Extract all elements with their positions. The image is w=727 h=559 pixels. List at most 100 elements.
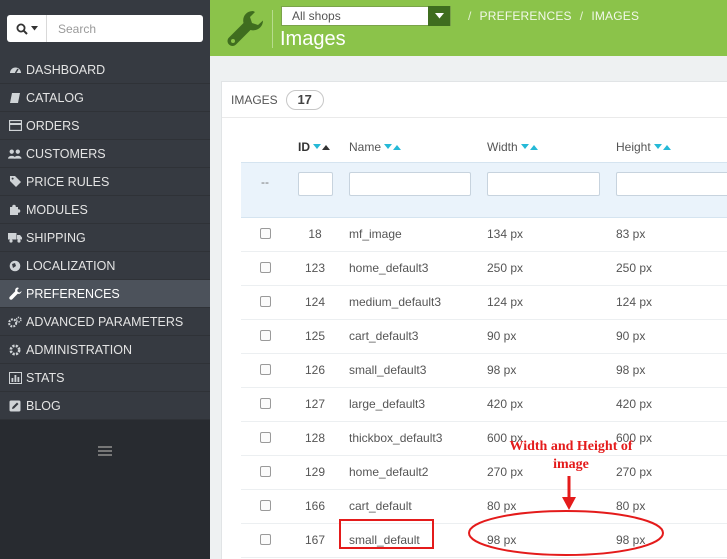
sort-desc-icon[interactable] [520, 144, 529, 150]
sidebar-item-blog[interactable]: BLOG [0, 392, 210, 420]
cell-name: cart_default3 [349, 329, 419, 343]
row-checkbox[interactable] [260, 228, 271, 239]
table-row[interactable]: 18 mf_image 134 px 83 px [241, 217, 727, 252]
breadcrumb-images[interactable]: IMAGES [591, 9, 639, 23]
column-header-name-label: Name [349, 140, 382, 154]
sidebar-item-stats[interactable]: STATS [0, 364, 210, 392]
cell-id: 123 [304, 261, 326, 275]
page-header: All shops / PREFERENCES / IMAGES Images [210, 0, 727, 56]
annotation-line-1: Width and Height of [509, 439, 633, 454]
sidebar-item-shipping[interactable]: SHIPPING [0, 224, 210, 252]
panel-divider [222, 117, 727, 118]
shop-select-value: All shops [292, 9, 341, 23]
search-box [7, 15, 208, 42]
sidebar-item-catalog[interactable]: CATALOG [0, 84, 210, 112]
sidebar-item-advanced-parameters[interactable]: ADVANCED PARAMETERS [0, 308, 210, 336]
cell-width: 90 px [487, 329, 517, 343]
search-input[interactable] [48, 15, 208, 42]
cell-id: 127 [304, 397, 326, 411]
caret-down-icon [434, 13, 444, 19]
sidebar-item-orders[interactable]: ORDERS [0, 112, 210, 140]
cell-name: cart_default [349, 499, 412, 513]
header-divider [272, 10, 273, 48]
annotation-line-2: image [553, 457, 589, 472]
sidebar-item-administration[interactable]: ADMINISTRATION [0, 336, 210, 364]
search-type-button[interactable] [7, 15, 47, 42]
column-header-width[interactable]: Width [487, 136, 538, 158]
column-header-id-label: ID [298, 140, 310, 154]
sidebar-item-localization[interactable]: LOCALIZATION [0, 252, 210, 280]
cog-icon [8, 343, 22, 357]
breadcrumb-preferences[interactable]: PREFERENCES [480, 9, 572, 23]
cell-name: large_default3 [349, 397, 426, 411]
tag-icon [8, 175, 22, 189]
search-icon [16, 23, 28, 35]
row-checkbox[interactable] [260, 364, 271, 375]
column-header-width-label: Width [487, 140, 518, 154]
sort-toggle-id[interactable] [313, 144, 330, 150]
table-row[interactable]: 123 home_default3 250 px 250 px [241, 251, 727, 286]
sort-toggle-name[interactable] [384, 144, 402, 150]
filter-width-input[interactable] [487, 172, 600, 196]
puzzle-icon [8, 203, 22, 217]
shop-select[interactable]: All shops [281, 6, 451, 26]
column-header-name[interactable]: Name [349, 136, 402, 158]
table-row[interactable]: 128 thickbox_default3 600 px 600 px [241, 421, 727, 456]
sidebar-item-customers[interactable]: CUSTOMERS [0, 140, 210, 168]
cell-id: 129 [304, 465, 326, 479]
table-row[interactable]: 167 small_default 98 px 98 px [241, 523, 727, 558]
sort-desc-icon[interactable] [653, 144, 662, 150]
cell-id: 167 [304, 533, 326, 547]
row-checkbox[interactable] [260, 534, 271, 545]
cell-id: 124 [304, 295, 326, 309]
row-checkbox[interactable] [260, 330, 271, 341]
menu-collapse-icon[interactable] [98, 446, 112, 456]
sort-asc-icon[interactable] [393, 144, 402, 150]
sidebar-item-preferences[interactable]: PREFERENCES [0, 280, 210, 308]
row-checkbox[interactable] [260, 466, 271, 477]
row-checkbox[interactable] [260, 296, 271, 307]
sidebar-item-label: CATALOG [26, 90, 84, 105]
sidebar-item-label: CUSTOMERS [26, 146, 106, 161]
filter-name-input[interactable] [349, 172, 471, 196]
breadcrumb: / PREFERENCES / IMAGES [468, 9, 640, 23]
table-row[interactable]: 125 cart_default3 90 px 90 px [241, 319, 727, 354]
column-header-height[interactable]: Height [616, 136, 671, 158]
filter-height-input[interactable] [616, 172, 727, 196]
filter-bulk-placeholder: -- [261, 175, 269, 189]
globe-icon [8, 259, 22, 273]
table-row[interactable]: 126 small_default3 98 px 98 px [241, 353, 727, 388]
row-checkbox[interactable] [260, 398, 271, 409]
cell-height: 80 px [616, 499, 646, 513]
row-checkbox[interactable] [260, 432, 271, 443]
sidebar-item-modules[interactable]: MODULES [0, 196, 210, 224]
truck-icon [8, 231, 22, 245]
sidebar-item-label: ADVANCED PARAMETERS [26, 314, 184, 329]
sort-asc-icon[interactable] [662, 144, 671, 150]
sort-toggle-height[interactable] [653, 144, 671, 150]
name-highlight-box [339, 519, 434, 549]
shop-select-caret[interactable] [428, 6, 450, 26]
bar-chart-icon [8, 371, 22, 385]
sidebar-item-price-rules[interactable]: PRICE RULES [0, 168, 210, 196]
row-checkbox[interactable] [260, 262, 271, 273]
sort-desc-icon[interactable] [384, 144, 393, 150]
row-checkbox[interactable] [260, 500, 271, 511]
column-header-id[interactable]: ID [298, 136, 330, 158]
page-title: Images [280, 28, 346, 50]
cell-name: thickbox_default3 [349, 431, 443, 445]
table-row[interactable]: 166 cart_default 80 px 80 px [241, 489, 727, 524]
sidebar-item-label: LOCALIZATION [26, 258, 116, 273]
sort-asc-icon[interactable] [322, 144, 330, 150]
sidebar-item-dashboard[interactable]: DASHBOARD [0, 56, 210, 84]
column-header-height-label: Height [616, 140, 651, 154]
sort-desc-icon[interactable] [313, 144, 321, 150]
users-icon [8, 147, 22, 161]
table-row[interactable]: 124 medium_default3 124 px 124 px [241, 285, 727, 320]
cell-width: 98 px [487, 533, 517, 547]
table-row[interactable]: 129 home_default2 270 px 270 px [241, 455, 727, 490]
filter-id-input[interactable] [298, 172, 333, 196]
sort-toggle-width[interactable] [520, 144, 538, 150]
sort-asc-icon[interactable] [529, 144, 538, 150]
table-row[interactable]: 127 large_default3 420 px 420 px [241, 387, 727, 422]
